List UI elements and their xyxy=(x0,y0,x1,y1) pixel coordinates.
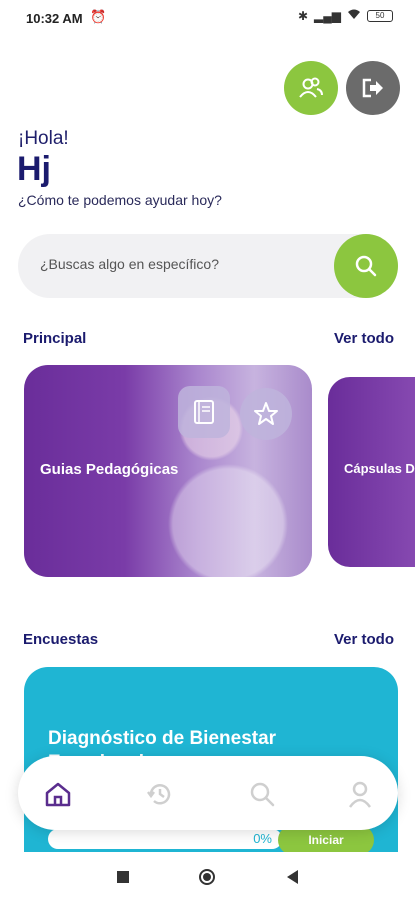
logout-icon xyxy=(362,78,383,98)
bottom-navigation xyxy=(18,756,398,830)
home-icon xyxy=(45,782,71,807)
square-icon xyxy=(117,871,129,883)
section-title-encuestas: Encuestas xyxy=(23,631,99,648)
recent-apps-button[interactable] xyxy=(114,868,132,886)
nav-home[interactable] xyxy=(42,778,74,810)
signal-icon: ▂▄▆ xyxy=(314,9,341,23)
status-time: 10:32 AM xyxy=(26,11,83,26)
history-icon xyxy=(147,784,171,805)
section-title-principal: Principal xyxy=(23,330,87,347)
home-system-button[interactable] xyxy=(198,868,216,886)
survey-progress-label: 0% xyxy=(253,831,272,846)
status-icons: ✱ ▂▄▆ 50 xyxy=(298,9,393,23)
user-name: Hj xyxy=(17,150,51,188)
see-all-encuestas-link[interactable]: Ver todo xyxy=(334,631,394,648)
card-capsulas-title: Cápsulas D xyxy=(344,461,415,476)
users-button[interactable] xyxy=(284,61,338,115)
profile-icon xyxy=(348,781,372,808)
book-icon xyxy=(194,400,214,424)
survey-progress-bar: 0% xyxy=(48,829,282,849)
alarm-icon: ⏰ xyxy=(90,9,107,24)
back-button[interactable] xyxy=(284,868,302,886)
battery-icon: 50 xyxy=(367,10,393,22)
star-icon xyxy=(254,402,278,425)
status-bar: 10:32 AM ⏰ ✱ ▂▄▆ 50 xyxy=(0,0,415,36)
nav-profile[interactable] xyxy=(344,778,376,810)
nav-history[interactable] xyxy=(144,778,176,810)
system-navigation-bar xyxy=(0,852,415,900)
logout-button[interactable] xyxy=(346,61,400,115)
bluetooth-icon: ✱ xyxy=(297,9,309,23)
book-button[interactable] xyxy=(178,386,230,438)
back-triangle-icon xyxy=(287,870,298,884)
search-icon xyxy=(250,782,275,807)
favorite-button[interactable] xyxy=(240,388,292,440)
greeting-subtitle: ¿Cómo te podemos ayudar hoy? xyxy=(18,192,222,208)
see-all-principal-link[interactable]: Ver todo xyxy=(334,330,394,347)
search-input[interactable] xyxy=(40,256,320,272)
search-button[interactable] xyxy=(334,234,398,298)
card-capsulas[interactable]: Cápsulas D xyxy=(328,377,415,567)
circle-icon xyxy=(199,869,215,885)
search-icon xyxy=(355,255,377,277)
card-guias-title: Guias Pedagógicas xyxy=(40,461,179,478)
users-icon xyxy=(299,77,323,98)
greeting-hello: ¡Hola! xyxy=(18,128,69,149)
wifi-icon xyxy=(347,9,361,23)
nav-search[interactable] xyxy=(246,778,278,810)
